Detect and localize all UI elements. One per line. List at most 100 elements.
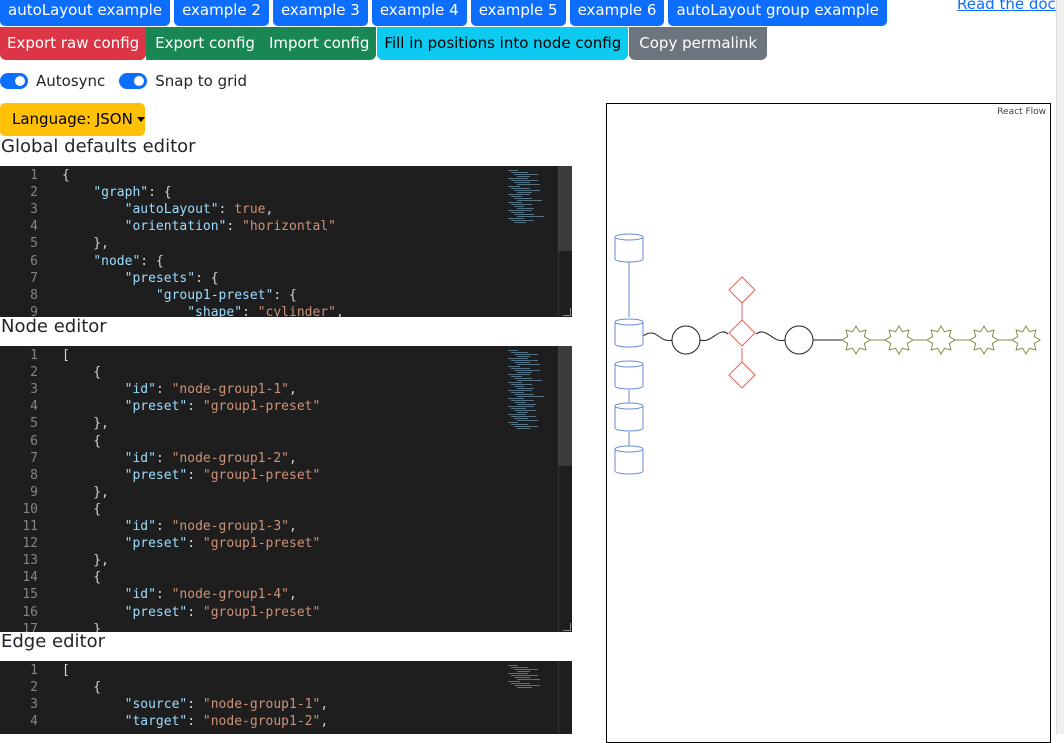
diamond-node[interactable] <box>728 276 756 304</box>
code-line[interactable]: 1[ <box>0 347 500 364</box>
global-editor-scrollbar[interactable] <box>558 166 572 317</box>
react-flow-canvas[interactable]: React Flow <box>606 103 1051 743</box>
code-line[interactable]: 4 "target": "node-group1-2", <box>0 713 500 730</box>
code-line[interactable]: 6 { <box>0 433 500 450</box>
minimap-line <box>517 372 532 373</box>
star-node[interactable] <box>969 325 999 355</box>
star-node[interactable] <box>884 325 914 355</box>
global-defaults-editor[interactable]: 1{2 "graph": {3 "autoLayout": true, 4 "or… <box>0 166 572 317</box>
line-number: 2 <box>30 365 38 381</box>
diamond-node[interactable] <box>728 319 756 347</box>
code-line[interactable]: 2 { <box>0 679 500 696</box>
star-node[interactable] <box>1011 325 1041 355</box>
copy-permalink-button[interactable]: Copy permalink <box>629 27 768 60</box>
code-line[interactable]: 15 "id": "node-group1-4", <box>0 586 500 603</box>
code-line[interactable]: 2 { <box>0 364 500 381</box>
circle-node[interactable] <box>784 325 814 355</box>
cylinder-node[interactable] <box>614 402 644 432</box>
code-line[interactable]: 2 "graph": { <box>0 184 500 201</box>
cylinder-node[interactable] <box>614 233 644 263</box>
minimap-line <box>508 218 524 219</box>
line-number: 5 <box>30 416 38 432</box>
line-number: 9 <box>30 484 38 500</box>
autosync-switch[interactable]: Autosync <box>0 72 105 90</box>
cylinder-node[interactable] <box>614 445 644 475</box>
tab-example-4[interactable]: example 4 <box>371 0 467 26</box>
global-editor-scroll-thumb[interactable] <box>558 166 572 251</box>
minimap-line <box>508 681 520 682</box>
import-config-button[interactable]: Import config <box>261 27 377 60</box>
code-line[interactable]: 1{ <box>0 167 500 184</box>
edge-editor[interactable]: 1[2 {3 "source": "node-group1-1", 4 "targ… <box>0 661 572 734</box>
language-dropdown[interactable]: Language: JSON <box>0 103 145 136</box>
minimap-line <box>511 188 530 189</box>
snap-to-grid-toggle[interactable] <box>119 73 148 89</box>
minimap-line <box>511 384 532 385</box>
circle-node[interactable] <box>671 325 701 355</box>
autosync-toggle[interactable] <box>0 73 28 89</box>
resize-grip-icon[interactable] <box>563 308 571 316</box>
code-line[interactable]: 5 }, <box>0 235 500 252</box>
code-line[interactable]: 7 "presets": { <box>0 270 500 287</box>
code-line[interactable]: 7 "id": "node-group1-2", <box>0 450 500 467</box>
minimap-line <box>514 214 534 215</box>
code-line[interactable]: 14 { <box>0 569 500 586</box>
code-line[interactable]: 4 "orientation": "horizontal" <box>0 218 500 235</box>
code-text: { <box>62 168 70 183</box>
cylinder-node[interactable] <box>614 360 644 390</box>
tab-example-5[interactable]: example 5 <box>470 0 566 26</box>
cylinder-node[interactable] <box>614 318 644 348</box>
minimap-line <box>517 184 540 185</box>
global-editor-minimap[interactable] <box>502 166 558 317</box>
tab-example-3[interactable]: example 3 <box>272 0 368 26</box>
tab-autolayout-example[interactable]: autoLayout example <box>0 0 171 26</box>
tab-example-6[interactable]: example 6 <box>569 0 665 26</box>
code-line[interactable]: 3 "source": "node-group1-1", <box>0 696 500 713</box>
code-text: "id": "node-group1-1", <box>124 382 297 398</box>
tab-example-2[interactable]: example 2 <box>174 0 269 26</box>
node-editor-minimap[interactable] <box>502 346 558 632</box>
code-line[interactable]: 8 "preset": "group1-preset" <box>0 467 500 484</box>
fill-positions-button[interactable]: Fill in positions into node config <box>377 27 629 60</box>
minimap-line <box>517 412 528 413</box>
diamond-node[interactable] <box>728 361 756 389</box>
node-editor-scrollbar[interactable] <box>558 346 572 632</box>
star-node[interactable] <box>926 325 956 355</box>
code-line[interactable]: 6 "node": { <box>0 253 500 270</box>
code-line[interactable]: 3 "id": "node-group1-1", <box>0 381 500 398</box>
code-line[interactable]: 8 "group1-preset": { <box>0 287 500 304</box>
code-line[interactable]: 12 "preset": "group1-preset" <box>0 535 500 552</box>
node-editor[interactable]: 1[2 {3 "id": "node-group1-1", 4 "preset":… <box>0 346 572 632</box>
code-line[interactable]: 10 { <box>0 501 500 518</box>
tab-autolayout-group-example[interactable]: autoLayout group example <box>668 0 887 26</box>
resize-grip-icon[interactable] <box>563 623 571 631</box>
star-node[interactable] <box>841 325 871 355</box>
edge-editor-scrollbar[interactable] <box>558 661 572 734</box>
minimap-line <box>511 424 528 425</box>
edge-line <box>755 331 786 342</box>
code-line[interactable]: 5 }, <box>0 415 500 432</box>
minimap-line <box>517 679 540 680</box>
code-line[interactable]: 3 "autoLayout": true, <box>0 201 500 218</box>
code-line[interactable]: 9 }, <box>0 484 500 501</box>
code-line[interactable]: 13 }, <box>0 552 500 569</box>
code-line[interactable]: 16 "preset": "group1-preset" <box>0 604 500 621</box>
minimap-line <box>514 174 538 175</box>
code-line[interactable]: 11 "id": "node-group1-3", <box>0 518 500 535</box>
page-scrollbar[interactable] <box>1056 0 1064 734</box>
minimap-line <box>511 675 538 676</box>
export-raw-config-button[interactable]: Export raw config <box>0 27 147 60</box>
edge-editor-minimap[interactable] <box>502 661 558 734</box>
minimap-line <box>514 410 536 411</box>
minimap-line <box>517 396 544 397</box>
snap-to-grid-switch[interactable]: Snap to grid <box>119 72 247 90</box>
read-docs-link[interactable]: Read the docs <box>957 0 1064 13</box>
code-line[interactable]: 4 "preset": "group1-preset" <box>0 398 500 415</box>
edge-editor-title: Edge editor <box>1 631 105 652</box>
code-line[interactable]: 1[ <box>0 662 500 679</box>
node-editor-scroll-thumb[interactable] <box>558 346 572 466</box>
minimap-line <box>514 182 530 183</box>
autosync-label: Autosync <box>36 72 106 90</box>
export-config-button[interactable]: Export config <box>146 27 262 60</box>
code-text: "group1-preset": { <box>155 287 297 303</box>
